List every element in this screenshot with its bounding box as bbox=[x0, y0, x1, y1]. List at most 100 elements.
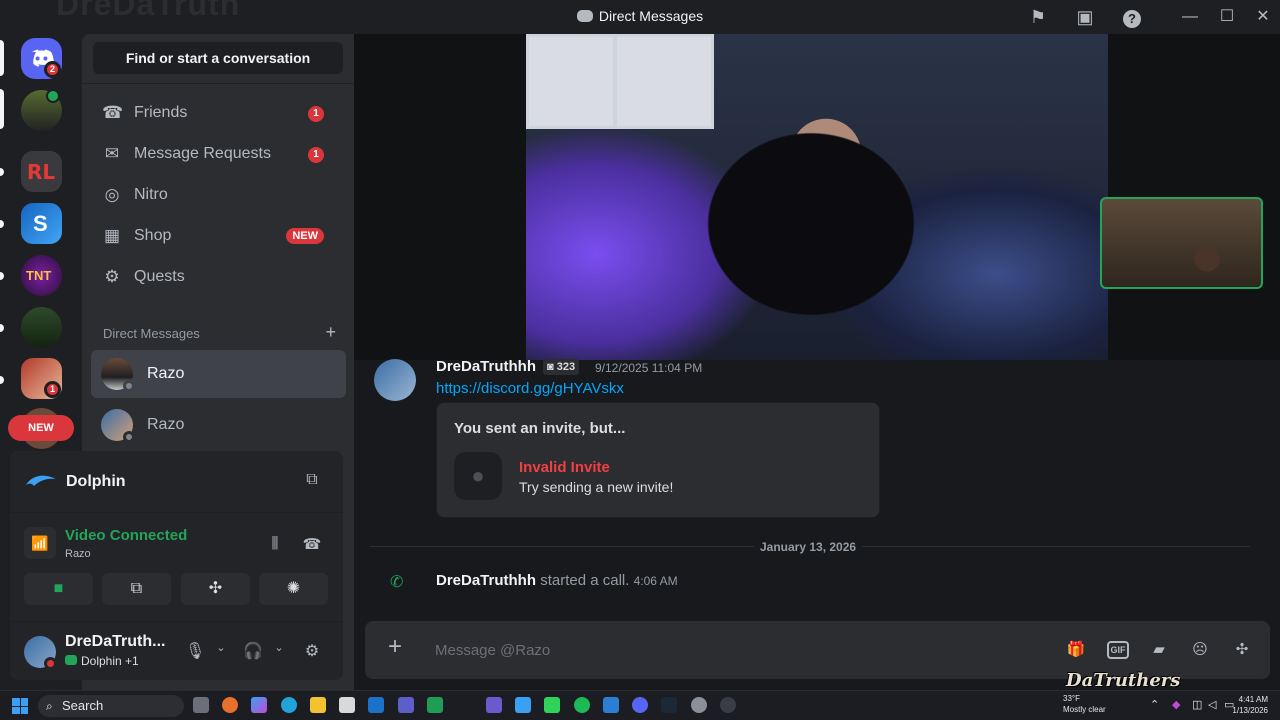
weather-widget[interactable]: 33°F Mostly clear bbox=[1063, 693, 1106, 715]
invite-header: You sent an invite, but... bbox=[454, 420, 626, 437]
clock-date: 1/13/2026 bbox=[1232, 706, 1268, 715]
nav-quests[interactable]: ⚙ Quests bbox=[90, 258, 346, 296]
store-icon[interactable] bbox=[339, 697, 355, 713]
stream-icon[interactable]: ⧉ bbox=[301, 471, 323, 491]
kick-icon[interactable] bbox=[544, 697, 560, 713]
nav-nitro[interactable]: ◎ Nitro bbox=[90, 176, 346, 214]
dm-item[interactable]: Razo bbox=[91, 401, 346, 449]
teams-icon[interactable] bbox=[398, 697, 414, 713]
nav-message-requests[interactable]: ✉ Message Requests 1 bbox=[90, 135, 346, 173]
server-rl[interactable]: RL bbox=[21, 151, 62, 192]
message-input[interactable] bbox=[435, 639, 995, 661]
settings-gear-icon[interactable]: ⚙ bbox=[302, 641, 322, 663]
outlook-icon[interactable] bbox=[368, 697, 384, 713]
user-name[interactable]: DreDaTruth... bbox=[65, 633, 165, 651]
maximize-button[interactable]: ☐ bbox=[1213, 6, 1241, 28]
voice-status-title[interactable]: Video Connected bbox=[65, 527, 187, 544]
camera-button[interactable]: ■ bbox=[24, 573, 93, 605]
server-s[interactable]: S bbox=[21, 203, 62, 244]
app-icon[interactable] bbox=[427, 697, 443, 713]
settings-icon[interactable] bbox=[691, 697, 707, 713]
window-title-text: Direct Messages bbox=[598, 8, 704, 24]
camera-icon: ■ bbox=[53, 580, 64, 597]
video-status-icon bbox=[46, 89, 60, 103]
nav-label: Nitro bbox=[134, 186, 168, 203]
call-author[interactable]: DreDaTruthhh bbox=[436, 572, 536, 589]
voice-status-sub[interactable]: Razo bbox=[65, 548, 91, 560]
microphone-icon[interactable]: 🎙 bbox=[185, 641, 205, 663]
chevron-down-icon[interactable]: ⌄ bbox=[211, 641, 231, 663]
nav-friends[interactable]: ☎ Friends 1 bbox=[90, 94, 346, 132]
user-activity-text: Dolphin +1 bbox=[81, 654, 139, 668]
message-avatar[interactable] bbox=[374, 359, 416, 401]
create-dm-icon[interactable]: + bbox=[325, 322, 336, 343]
steam-icon[interactable] bbox=[661, 697, 677, 713]
flag-icon[interactable]: ⚑ bbox=[1027, 6, 1049, 28]
noise-suppression-icon[interactable]: ⫼ bbox=[263, 535, 287, 555]
message-author[interactable]: DreDaTruthhh bbox=[436, 358, 536, 375]
gift-icon[interactable]: 🎁 bbox=[1065, 639, 1087, 661]
clock[interactable]: 4:41 AM 1/13/2026 bbox=[1232, 694, 1268, 716]
help-icon[interactable]: ? bbox=[1121, 6, 1143, 28]
soundboard-button[interactable]: ✺ bbox=[259, 573, 328, 605]
volume-icon[interactable]: ◁ bbox=[1208, 698, 1216, 711]
title-bar: DreDaTruth Direct Messages ⚑ ▣ ? — ☐ ✕ bbox=[0, 0, 1280, 34]
app-icon[interactable] bbox=[486, 697, 502, 713]
connection-icon[interactable]: 📶 bbox=[24, 527, 56, 559]
background-poster bbox=[614, 34, 714, 129]
dm-item[interactable]: Razo bbox=[91, 350, 346, 398]
server-avatar-2[interactable] bbox=[21, 307, 62, 348]
tray-app-icon[interactable]: ◆ bbox=[1172, 698, 1180, 711]
minimize-button[interactable]: — bbox=[1176, 6, 1204, 28]
file-explorer-icon[interactable] bbox=[310, 697, 326, 713]
taskbar-search[interactable]: ⌕ Search bbox=[38, 695, 184, 717]
task-view-icon[interactable] bbox=[193, 697, 209, 713]
quests-icon: ⚙ bbox=[104, 267, 120, 286]
emoji-icon[interactable]: ☹ bbox=[1189, 639, 1211, 661]
app-icon[interactable] bbox=[720, 697, 736, 713]
guild-tag-text: 323 bbox=[556, 361, 576, 373]
dolphin-taskbar-icon[interactable] bbox=[515, 697, 531, 713]
call-time: 4:06 AM bbox=[633, 574, 678, 588]
dolphin-icon bbox=[26, 475, 56, 486]
video-stream[interactable] bbox=[526, 34, 1108, 360]
edge-icon[interactable] bbox=[281, 697, 297, 713]
discord-taskbar-icon[interactable] bbox=[632, 697, 648, 713]
activities-button[interactable]: ✣ bbox=[181, 573, 250, 605]
mail-icon: ✉ bbox=[104, 144, 120, 163]
invite-link[interactable]: https://discord.gg/gHYAVskx bbox=[436, 380, 624, 397]
nav-shop[interactable]: ▦ Shop NEW bbox=[90, 217, 346, 255]
server-tnt[interactable]: TNT bbox=[21, 255, 62, 296]
inbox-icon[interactable]: ▣ bbox=[1074, 6, 1096, 28]
copilot-icon[interactable] bbox=[251, 697, 267, 713]
gif-icon[interactable]: GIF bbox=[1107, 641, 1129, 659]
self-video-preview[interactable] bbox=[1100, 197, 1263, 289]
guild-tag[interactable]: ◙ 323 bbox=[543, 359, 580, 375]
chevron-down-icon[interactable]: ⌄ bbox=[269, 641, 289, 663]
weather-temp: 33°F bbox=[1063, 694, 1080, 703]
network-icon[interactable]: ◫ bbox=[1192, 698, 1202, 711]
windows-start-icon[interactable] bbox=[12, 698, 28, 714]
unread-dot bbox=[0, 220, 4, 228]
activity-row: Dolphin ⧉ bbox=[10, 451, 343, 513]
headphones-icon[interactable]: 🎧 bbox=[243, 641, 263, 663]
screen-share-button[interactable]: ⧉ bbox=[102, 573, 171, 605]
app-icon[interactable] bbox=[603, 697, 619, 713]
new-servers-pill[interactable]: NEW bbox=[8, 415, 74, 441]
soundboard-icon: ✺ bbox=[286, 580, 301, 597]
close-button[interactable]: ✕ bbox=[1249, 6, 1277, 28]
selected-indicator bbox=[0, 40, 4, 76]
attach-plus-icon[interactable]: + bbox=[383, 635, 407, 659]
spotify-icon[interactable] bbox=[574, 697, 590, 713]
friends-icon: ☎ bbox=[102, 103, 124, 122]
apps-icon[interactable]: ✣ bbox=[1231, 639, 1253, 661]
streamer-watermark: DaTruthers bbox=[1066, 670, 1181, 691]
tray-chevron-icon[interactable]: ⌃ bbox=[1150, 698, 1159, 711]
sticker-icon[interactable]: ▰ bbox=[1148, 639, 1170, 661]
active-indicator bbox=[0, 89, 4, 129]
voice-panel: Dolphin ⧉ 📶 Video Connected Razo ⫼ ☎ ■ ⧉… bbox=[10, 451, 343, 680]
discord-icon bbox=[576, 10, 593, 22]
disconnect-icon[interactable]: ☎ bbox=[300, 535, 324, 555]
firefox-icon[interactable] bbox=[222, 697, 238, 713]
find-conversation-button[interactable]: Find or start a conversation bbox=[93, 42, 343, 74]
